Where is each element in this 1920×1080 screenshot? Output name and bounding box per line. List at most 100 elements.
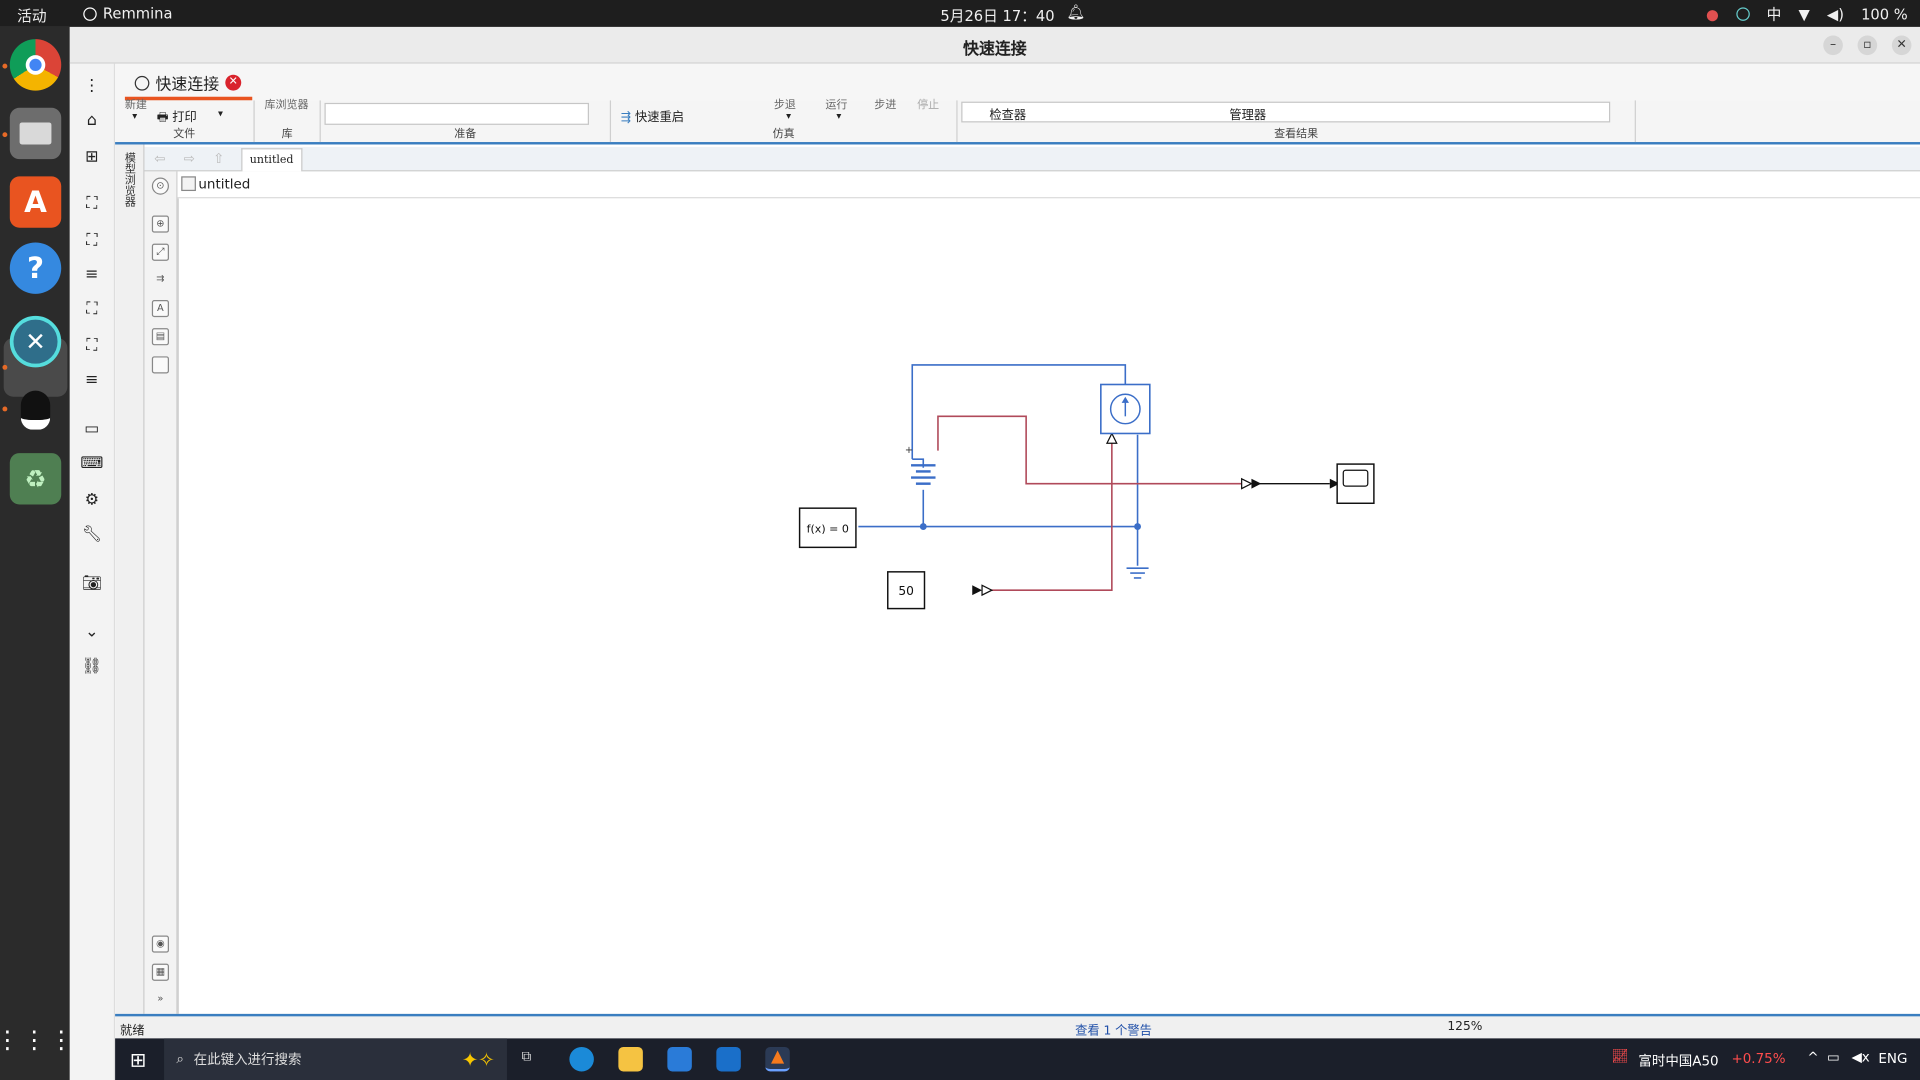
ribbon-file-section: 新建 ▾ 🖶 打印 ▾ 文件	[115, 99, 255, 143]
up-arrow-icon[interactable]: ⇧	[213, 151, 230, 168]
system-top-bar: 活动 Remmina 5月26日 17：40 🔔︎ ● 中 ▼ ◀) 100 %	[0, 0, 1920, 27]
fit-to-view-icon[interactable]: ⤢	[151, 243, 169, 261]
window-titlebar[interactable]: 快速连接 – ▫ ✕	[69, 26, 1920, 64]
data-inspector-button[interactable]: 检查器	[989, 104, 1026, 122]
minimize-button[interactable]: –	[1823, 35, 1843, 56]
disconnect-icon[interactable]: ⛓	[80, 654, 104, 678]
multi-monitor-icon[interactable]: ▭	[80, 416, 104, 440]
model-icon	[181, 176, 196, 192]
simulink-canvas[interactable]: + f(x) = 0 50	[177, 198, 1920, 1014]
search-icon: ⌕	[176, 1050, 184, 1067]
preferences-icon[interactable]: ⚙	[80, 487, 104, 511]
list-icon[interactable]: ≡	[80, 262, 104, 286]
record-indicator-icon[interactable]: ●	[1706, 6, 1719, 23]
screenshot-tool-icon[interactable]: ◉	[151, 935, 169, 953]
screenshot-icon[interactable]: 📷︎	[80, 571, 104, 595]
back-arrow-icon[interactable]: ⇦	[154, 151, 171, 168]
model-browser-strip[interactable]: 模型浏览器	[115, 144, 145, 1014]
new-button[interactable]: 新建	[125, 96, 147, 111]
forward-arrow-icon[interactable]: ⇨	[184, 151, 201, 168]
prepare-field[interactable]	[324, 102, 589, 125]
battery-plus-label: +	[905, 445, 913, 456]
model-explorer-icon[interactable]: ▦	[151, 963, 169, 981]
annotation-icon[interactable]: A	[151, 300, 169, 318]
remmina-dock-icon[interactable]: ✕	[9, 315, 62, 368]
fast-restart-button[interactable]: ⇶ 快速重启	[621, 107, 684, 124]
chrome-icon[interactable]	[9, 39, 62, 91]
battery-indicator[interactable]: 100 %	[1861, 6, 1908, 23]
navigation-bar: ⇦ ⇨ ⇧ untitled	[144, 146, 1920, 172]
close-button[interactable]: ✕	[1891, 35, 1912, 56]
taskbar-search[interactable]: ⌕ 在此键入进行搜索 ✦✧	[164, 1038, 507, 1080]
network-icon[interactable]: ▭	[1827, 1049, 1840, 1065]
tools-icon[interactable]: 🔧︎	[80, 522, 104, 546]
windows-start-icon[interactable]: ⊞	[130, 1048, 146, 1071]
system-tray[interactable]: ● 中 ▼ ◀) 100 %	[1706, 4, 1908, 25]
warnings-link[interactable]: 查看 1 个警告	[1075, 1020, 1152, 1038]
keyboard-icon[interactable]: ⌨	[80, 451, 104, 475]
remote-desktop[interactable]: 新建 ▾ 🖶 打印 ▾ 文件 库浏览器 库 准备 ⇶ 快速重启 步退 ▾ 运行 …	[115, 99, 1920, 1080]
maximize-button[interactable]: ▫	[1857, 35, 1878, 56]
store-icon[interactable]	[667, 1046, 692, 1072]
help-icon[interactable]: ?	[9, 242, 62, 294]
activities-button[interactable]: 活动	[17, 5, 46, 26]
remmina-tray-icon[interactable]	[1735, 7, 1750, 21]
file-explorer-icon[interactable]	[618, 1046, 643, 1072]
menu-icon[interactable]: ⋮	[80, 73, 104, 97]
stop-button[interactable]: 停止	[917, 96, 939, 111]
volume-icon[interactable]: ◀)	[1827, 6, 1844, 23]
show-apps-icon[interactable]: ⋮⋮⋮	[0, 1014, 73, 1065]
step-back-button[interactable]: 步退	[774, 96, 796, 111]
wifi-icon[interactable]: ▼	[1798, 6, 1809, 23]
matlab-icon[interactable]: ▲	[765, 1046, 790, 1072]
tab-close-icon[interactable]: ✕	[225, 74, 242, 91]
new-connection-icon[interactable]: ⊞	[80, 144, 104, 168]
windows-taskbar: ⊞ ⌕ 在此键入进行搜索 ✦✧ ⧉ ▲ 📈︎ 富时中国A50 +0.75% ^ …	[115, 1038, 1920, 1080]
logic-analyzer-manager-button[interactable]: 管理器	[1229, 104, 1266, 122]
list-icon[interactable]: ≡	[80, 367, 104, 391]
app-menu[interactable]: Remmina	[83, 5, 172, 22]
expand-chevron-icon[interactable]: »	[152, 992, 169, 1009]
step-forward-button[interactable]: 步进	[874, 96, 896, 111]
home-icon[interactable]: ⌂	[80, 108, 104, 132]
task-view-icon[interactable]: ⧉	[522, 1048, 532, 1065]
fit-window-icon[interactable]: ⛶	[80, 191, 104, 215]
input-method-indicator[interactable]: 中	[1767, 4, 1782, 25]
battery-block[interactable]	[911, 464, 936, 485]
area-icon[interactable]	[151, 356, 169, 374]
bell-icon[interactable]: 🔔︎	[1067, 4, 1086, 21]
image-icon[interactable]: ▤	[151, 328, 169, 346]
ubuntu-dock: A ? ✕ ♻ ⋮⋮⋮	[0, 26, 73, 1080]
print-dropdown-icon[interactable]: ▾	[218, 108, 223, 119]
edge-icon[interactable]	[569, 1046, 594, 1072]
files-icon[interactable]	[9, 107, 62, 160]
zoom-icon[interactable]: ⊕	[151, 215, 169, 233]
new-dropdown-icon[interactable]: ▾	[132, 110, 137, 121]
stock-name[interactable]: 富时中国A50	[1638, 1051, 1718, 1071]
step-back-dropdown-icon[interactable]: ▾	[786, 110, 791, 121]
software-center-icon[interactable]: A	[9, 176, 62, 228]
hide-browser-icon[interactable]: ⊙	[151, 177, 169, 195]
ground-block[interactable]	[1126, 567, 1149, 579]
junction-dot	[1134, 523, 1141, 530]
ribbon-simulation-section: ⇶ 快速重启 步退 ▾ 运行 ▾ 步进 停止 仿真	[611, 99, 958, 143]
scale-icon[interactable]: ⛶	[80, 296, 104, 320]
tab-label: 快速连接	[155, 75, 220, 95]
outlook-icon[interactable]	[716, 1046, 741, 1072]
signal-line-icon[interactable]: ⇉	[152, 272, 169, 289]
trash-icon[interactable]: ♻	[9, 453, 62, 505]
dynamic-resolution-icon[interactable]: ⛶	[80, 333, 104, 357]
tray-overflow-icon[interactable]: ^	[1807, 1049, 1818, 1065]
library-browser-button[interactable]: 库浏览器	[264, 96, 308, 111]
qq-icon[interactable]	[10, 384, 61, 435]
connection-port-filled	[1251, 478, 1262, 489]
language-indicator[interactable]: ENG	[1878, 1051, 1907, 1067]
run-dropdown-icon[interactable]: ▾	[836, 110, 841, 121]
muted-volume-icon[interactable]: ◀x	[1851, 1049, 1869, 1065]
run-button[interactable]: 运行	[825, 96, 847, 111]
minimize-chevron-icon[interactable]: ⌄	[80, 620, 104, 644]
model-tab-untitled[interactable]: untitled	[241, 148, 303, 172]
model-path[interactable]: untitled	[198, 176, 250, 192]
clock[interactable]: 5月26日 17：40	[940, 5, 1054, 26]
fullscreen-icon[interactable]: ⛶	[80, 228, 104, 252]
